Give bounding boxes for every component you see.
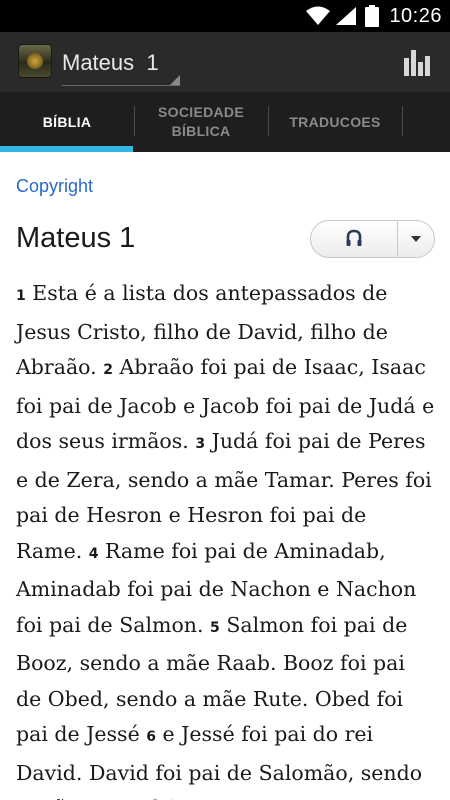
chapter-title: Mateus 1	[16, 222, 136, 254]
scripture-text: 1 Esta é a lista dos antepassados de Jes…	[16, 276, 436, 800]
status-bar: 10:26	[0, 0, 450, 32]
tab-sociedade-biblica-label: SOCIEDADE BÍBLICA	[158, 104, 244, 139]
reading-pane[interactable]: Copyright Mateus 1 1 Esta é a lista dos …	[0, 152, 450, 800]
tab-divider	[402, 106, 403, 136]
tab-biblia[interactable]: BÍBLIA	[0, 92, 134, 152]
status-time: 10:26	[389, 4, 442, 27]
signal-icon	[336, 7, 357, 25]
battery-icon	[365, 5, 380, 27]
action-bar: Mateus 1	[0, 32, 450, 92]
book-chapter-label: Mateus 1	[62, 50, 159, 75]
tab-bar: BÍBLIA SOCIEDADE BÍBLICA TRADUCOES	[0, 92, 450, 152]
headphones-icon	[346, 229, 362, 246]
spinner-triangle-icon	[170, 75, 180, 85]
tab-sociedade-biblica[interactable]: SOCIEDADE BÍBLICA	[134, 92, 268, 152]
app-logo[interactable]	[18, 44, 52, 78]
audio-control	[310, 220, 435, 258]
verse-number[interactable]: 3	[195, 436, 205, 452]
dropdown-arrow-icon	[411, 236, 421, 242]
verse-number[interactable]: 1	[16, 288, 26, 304]
status-icons: 10:26	[305, 0, 442, 32]
copyright-link[interactable]: Copyright	[16, 176, 93, 197]
verse-number[interactable]: 2	[103, 362, 113, 378]
verse-number[interactable]: 6	[146, 729, 156, 745]
audio-options-button[interactable]	[398, 221, 434, 257]
audio-play-button[interactable]	[311, 221, 397, 257]
tab-traducoes[interactable]: TRADUCOES	[268, 92, 402, 152]
verse-number[interactable]: 4	[89, 546, 99, 562]
bar-chart-icon[interactable]	[402, 48, 432, 78]
verse-number[interactable]: 5	[210, 620, 220, 636]
book-chapter-selector[interactable]: Mateus 1	[62, 42, 180, 86]
wifi-icon	[306, 6, 331, 25]
app-logo-emblem	[27, 53, 43, 69]
